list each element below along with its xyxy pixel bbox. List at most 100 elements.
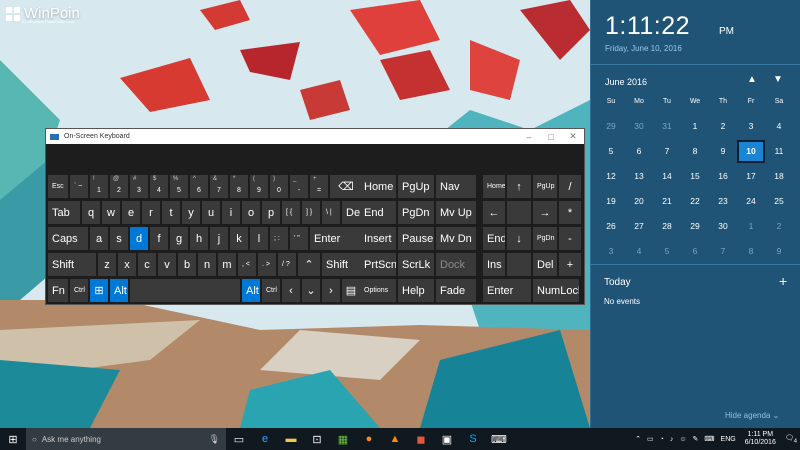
key[interactable]: _ -: [290, 175, 308, 198]
key[interactable]: ←: [483, 201, 505, 224]
key[interactable]: e: [122, 201, 140, 224]
key[interactable]: ▤: [342, 279, 360, 302]
volume-icon[interactable]: ♪: [670, 436, 674, 443]
key[interactable]: Pause: [398, 227, 434, 250]
key[interactable]: ↓: [507, 227, 531, 250]
language-indicator[interactable]: ENG: [721, 436, 736, 443]
key[interactable]: ‹: [282, 279, 300, 302]
key[interactable]: w: [102, 201, 120, 224]
key[interactable]: NumLock: [533, 279, 579, 302]
key[interactable]: Ctrl: [70, 279, 88, 302]
key[interactable]: #3: [130, 175, 148, 198]
key[interactable]: , <: [238, 253, 256, 276]
key[interactable]: q: [82, 201, 100, 224]
calendar-day[interactable]: 5: [653, 240, 681, 263]
key[interactable]: a: [90, 227, 108, 250]
key[interactable]: . >: [258, 253, 276, 276]
key[interactable]: Del: [533, 253, 557, 276]
key[interactable]: (9: [250, 175, 268, 198]
key[interactable]: d: [130, 227, 148, 250]
calendar-day[interactable]: 2: [709, 115, 737, 138]
key[interactable]: @2: [110, 175, 128, 198]
key[interactable]: Nav: [436, 175, 476, 198]
calendar-day[interactable]: 3: [737, 115, 765, 138]
maximize-button[interactable]: □: [540, 132, 562, 142]
key[interactable]: Home: [483, 175, 505, 198]
key[interactable]: Shift: [48, 253, 96, 276]
calendar-day[interactable]: 4: [625, 240, 653, 263]
key[interactable]: End: [360, 201, 396, 224]
key[interactable]: ` ~: [70, 175, 88, 198]
calendar-day[interactable]: 7: [653, 140, 681, 163]
key[interactable]: * 8: [230, 175, 248, 198]
calendar-day[interactable]: 6: [625, 140, 653, 163]
taskbar-clock[interactable]: 1:11 PM 6/10/2016: [745, 431, 776, 447]
key[interactable]: i: [222, 201, 240, 224]
skype-icon[interactable]: S: [460, 428, 486, 450]
add-event-icon[interactable]: +: [779, 273, 787, 289]
key[interactable]: ' ": [290, 227, 308, 250]
key[interactable]: ›: [322, 279, 340, 302]
key[interactable]: o: [242, 201, 260, 224]
app-icon[interactable]: ▣: [434, 428, 460, 450]
chevron-down-icon[interactable]: ▼: [773, 74, 783, 85]
key[interactable]: ] }: [302, 201, 320, 224]
chevron-up-icon[interactable]: ▲: [747, 74, 757, 85]
firefox-icon[interactable]: ●: [356, 428, 382, 450]
microphone-icon[interactable]: 🎙: [209, 434, 220, 445]
calendar-day[interactable]: 21: [653, 190, 681, 213]
key[interactable]: f: [150, 227, 168, 250]
key[interactable]: n: [198, 253, 216, 276]
key[interactable]: [507, 201, 531, 224]
vlc-icon[interactable]: ▲: [382, 428, 408, 450]
keyboard-icon[interactable]: ⌨: [486, 428, 512, 450]
key[interactable]: Help: [398, 279, 434, 302]
key[interactable]: [507, 253, 531, 276]
key[interactable]: Caps: [48, 227, 88, 250]
key[interactable]: y: [182, 201, 200, 224]
key[interactable]: +: [559, 253, 581, 276]
key[interactable]: l: [250, 227, 268, 250]
key[interactable]: $4: [150, 175, 168, 198]
calendar-day[interactable]: 3: [597, 240, 625, 263]
key[interactable]: % 5: [170, 175, 188, 198]
key[interactable]: Fn: [48, 279, 68, 302]
edge-icon[interactable]: e: [252, 428, 278, 450]
calendar-day[interactable]: 17: [737, 165, 765, 188]
key[interactable]: Ctrl: [262, 279, 280, 302]
key[interactable]: m: [218, 253, 236, 276]
key[interactable]: -: [559, 227, 581, 250]
calendar-day[interactable]: 19: [597, 190, 625, 213]
key[interactable]: p: [262, 201, 280, 224]
key[interactable]: PgDn: [533, 227, 557, 250]
key[interactable]: PrtScn: [360, 253, 396, 276]
calendar-day[interactable]: 31: [653, 115, 681, 138]
task-view-icon[interactable]: ▭: [226, 428, 252, 450]
key[interactable]: ⌫: [330, 175, 362, 198]
key[interactable]: ⌃: [298, 253, 320, 276]
key[interactable]: Alt: [110, 279, 128, 302]
calendar-day[interactable]: 15: [681, 165, 709, 188]
key[interactable]: \ |: [322, 201, 340, 224]
calendar-day[interactable]: 5: [597, 140, 625, 163]
keyboard-icon[interactable]: ⌨: [704, 435, 714, 443]
calendar-day[interactable]: 26: [597, 215, 625, 238]
key[interactable]: c: [138, 253, 156, 276]
key[interactable]: ⊞: [90, 279, 108, 302]
minimize-button[interactable]: –: [518, 132, 540, 142]
key[interactable]: →: [533, 201, 557, 224]
key[interactable]: Esc: [48, 175, 68, 198]
close-button[interactable]: ✕: [562, 131, 584, 142]
calendar-day[interactable]: 24: [737, 190, 765, 213]
calendar-day[interactable]: 11: [765, 140, 793, 163]
pen-icon[interactable]: ✎: [693, 435, 699, 443]
calendar-day[interactable]: 25: [765, 190, 793, 213]
key[interactable]: z: [98, 253, 116, 276]
calendar-day[interactable]: 9: [765, 240, 793, 263]
key[interactable]: r: [142, 201, 160, 224]
calendar-day[interactable]: 16: [709, 165, 737, 188]
key[interactable]: ⌄: [302, 279, 320, 302]
search-box[interactable]: ○ Ask me anything 🎙: [26, 428, 226, 450]
calendar-day[interactable]: 1: [681, 115, 709, 138]
calendar-day[interactable]: 29: [681, 215, 709, 238]
